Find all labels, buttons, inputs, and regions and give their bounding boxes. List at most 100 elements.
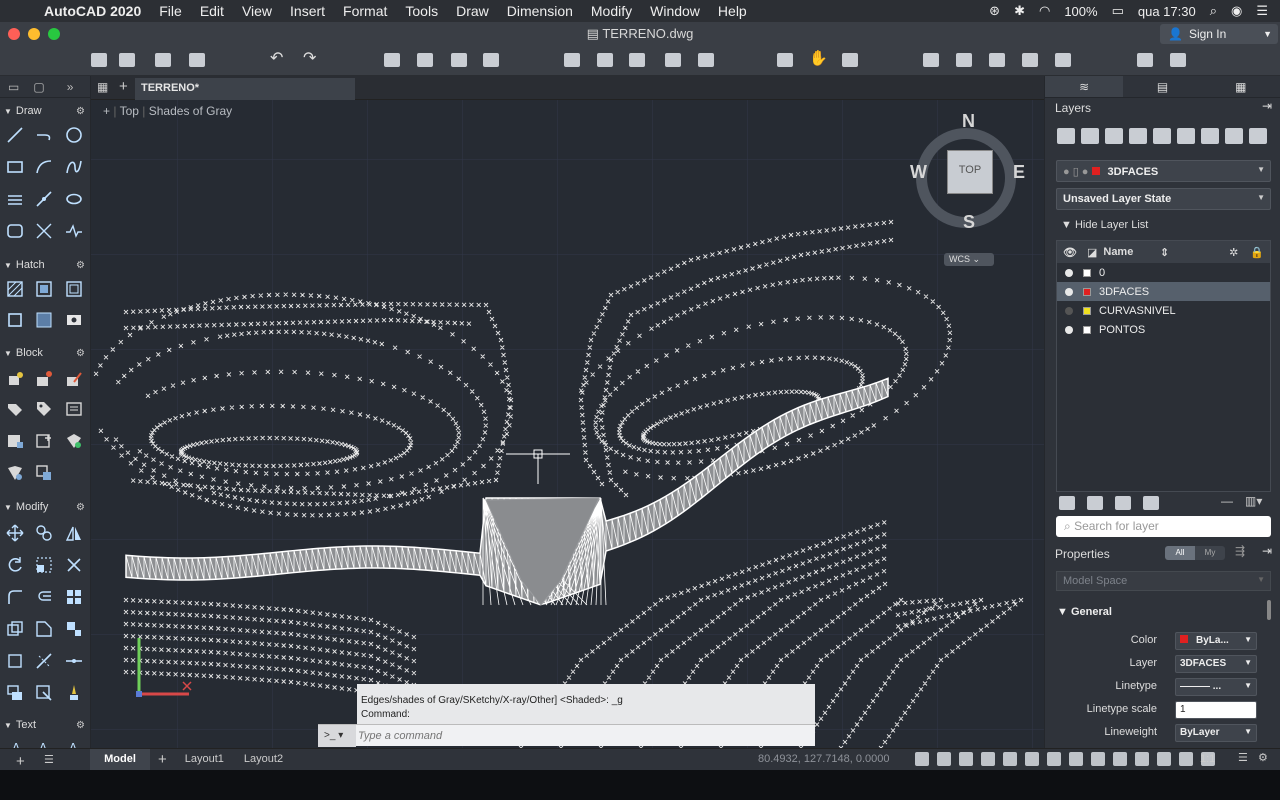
layer-on-icon[interactable]: [1065, 268, 1073, 277]
isolate-icon[interactable]: [1177, 128, 1195, 144]
circle-tool[interactable]: [63, 124, 85, 146]
linetype-scale-input[interactable]: 1: [1175, 701, 1257, 719]
section-text[interactable]: ▼ Text ⚙: [0, 716, 91, 734]
gear-icon[interactable]: ⚙: [76, 502, 85, 513]
new-tab-icon[interactable]: +: [119, 78, 128, 95]
viewcube[interactable]: TOP N S E W WCS ⌄: [910, 111, 1030, 266]
spotlight-icon[interactable]: ⌕: [1210, 3, 1217, 19]
wipeout-tool[interactable]: [33, 309, 55, 331]
compass-north[interactable]: N: [962, 111, 975, 132]
menu-edit[interactable]: Edit: [191, 3, 233, 19]
write-block-tool[interactable]: [4, 430, 26, 452]
layer-color-swatch[interactable]: [1083, 306, 1091, 315]
delete-layer-icon[interactable]: [1105, 128, 1123, 144]
filter-my[interactable]: My: [1195, 546, 1225, 560]
palette-view-icon[interactable]: ▭: [8, 80, 19, 94]
viewport-controls[interactable]: + | Top | Shades of Gray: [103, 104, 232, 118]
manage-attribute-tool[interactable]: [4, 462, 26, 484]
selection-cycling-icon[interactable]: [1069, 752, 1083, 766]
chamfer-tool[interactable]: [4, 618, 26, 640]
add-layout-icon[interactable]: +: [6, 749, 35, 771]
sign-in-button[interactable]: 👤 Sign In ▼: [1160, 24, 1278, 44]
save-as-button[interactable]: [188, 51, 206, 69]
siri-icon[interactable]: ◉: [1231, 3, 1242, 19]
menu-help[interactable]: Help: [709, 3, 756, 19]
eye-icon[interactable]: 👁: [1063, 246, 1077, 259]
snap-icon[interactable]: [937, 752, 951, 766]
view-control[interactable]: Top: [120, 104, 139, 118]
section-block[interactable]: ▼ Block ⚙: [0, 344, 91, 362]
menu-file[interactable]: File: [150, 3, 191, 19]
wcs-menu[interactable]: WCS ⌄: [944, 253, 994, 266]
page-setup-button[interactable]: [450, 51, 468, 69]
revcloud-tool[interactable]: [63, 220, 85, 242]
create-block-tool[interactable]: [4, 368, 26, 390]
annotation-visibility-icon[interactable]: [1179, 752, 1193, 766]
layer-color-swatch[interactable]: [1083, 325, 1091, 334]
annotation-icon[interactable]: [1135, 752, 1149, 766]
general-group[interactable]: ▼ General: [1057, 606, 1112, 618]
gear-icon[interactable]: ⚙: [76, 720, 85, 731]
fillet-tool[interactable]: [4, 586, 26, 608]
settings-gear-icon[interactable]: ⚙: [1258, 751, 1268, 764]
block-insert-tool[interactable]: [33, 430, 55, 452]
move-tool[interactable]: [4, 522, 26, 544]
transparency-icon[interactable]: [1047, 752, 1061, 766]
lineweight-icon[interactable]: [1025, 752, 1039, 766]
section-hatch[interactable]: ▼ Hatch ⚙: [0, 256, 91, 274]
gizmo-icon[interactable]: [1157, 752, 1171, 766]
creative-cloud-icon[interactable]: ⊛: [989, 3, 1000, 19]
battery-percent[interactable]: 100%: [1064, 4, 1097, 19]
tab-blocks-palette[interactable]: ▤: [1123, 76, 1201, 97]
lock-column-icon[interactable]: 🔒: [1250, 246, 1264, 259]
plugin-button[interactable]: [1136, 51, 1154, 69]
menu-tools[interactable]: Tools: [396, 3, 447, 19]
menu-modify[interactable]: Modify: [582, 3, 641, 19]
palette-3d-icon[interactable]: ▢: [33, 80, 44, 94]
tab-layers-palette[interactable]: ≋: [1045, 76, 1124, 97]
menu-window[interactable]: Window: [641, 3, 709, 19]
array-tool[interactable]: [63, 586, 85, 608]
arc-tool[interactable]: [33, 156, 55, 178]
ray-tool[interactable]: [33, 188, 55, 210]
export-button[interactable]: [596, 51, 614, 69]
new-layer-icon[interactable]: [1057, 128, 1075, 144]
name-column-header[interactable]: Name: [1103, 246, 1133, 258]
join-tool[interactable]: [63, 650, 85, 672]
dynamic-ucs-icon[interactable]: [1113, 752, 1127, 766]
new-layout-icon[interactable]: +: [150, 749, 175, 771]
orbit-tool-button[interactable]: [841, 51, 859, 69]
layer-on-icon[interactable]: [1065, 325, 1073, 334]
hatch-line-tool[interactable]: [4, 188, 26, 210]
mirror-tool[interactable]: [63, 522, 85, 544]
open-file-button[interactable]: [118, 51, 136, 69]
line-tool[interactable]: [4, 124, 26, 146]
layer-row[interactable]: PONTOS: [1057, 320, 1270, 339]
filter-all[interactable]: All: [1165, 546, 1195, 560]
new-layer-frozen-icon[interactable]: [1081, 128, 1099, 144]
selection-select[interactable]: Model Space ▼: [1056, 571, 1271, 591]
share-button[interactable]: [628, 51, 646, 69]
import-button[interactable]: [563, 51, 581, 69]
menu-dimension[interactable]: Dimension: [498, 3, 582, 19]
trim-tool[interactable]: [63, 554, 85, 576]
new-vp-freeze-icon[interactable]: [1087, 496, 1103, 510]
gear-icon[interactable]: ⚙: [76, 348, 85, 359]
freeze-column-icon[interactable]: ✲: [1229, 246, 1238, 259]
markup-button[interactable]: [1054, 51, 1072, 69]
hatch-tool[interactable]: [4, 278, 26, 300]
layer-on-icon[interactable]: [1065, 287, 1073, 296]
viewport-menu-icon[interactable]: +: [103, 104, 110, 118]
layer-off-icon[interactable]: [1065, 306, 1073, 315]
clock[interactable]: qua 17:30: [1138, 4, 1196, 19]
visual-style-control[interactable]: Shades of Gray: [149, 104, 232, 118]
plot-button[interactable]: [383, 51, 401, 69]
edit-block-tool[interactable]: [63, 368, 85, 390]
offset-tool[interactable]: [33, 586, 55, 608]
save-button[interactable]: [154, 51, 172, 69]
erase-tool[interactable]: [33, 682, 55, 704]
batch-plot-button[interactable]: [416, 51, 434, 69]
osnap-icon[interactable]: [1003, 752, 1017, 766]
break-tool[interactable]: [4, 650, 26, 672]
section-modify[interactable]: ▼ Modify ⚙: [0, 498, 91, 516]
